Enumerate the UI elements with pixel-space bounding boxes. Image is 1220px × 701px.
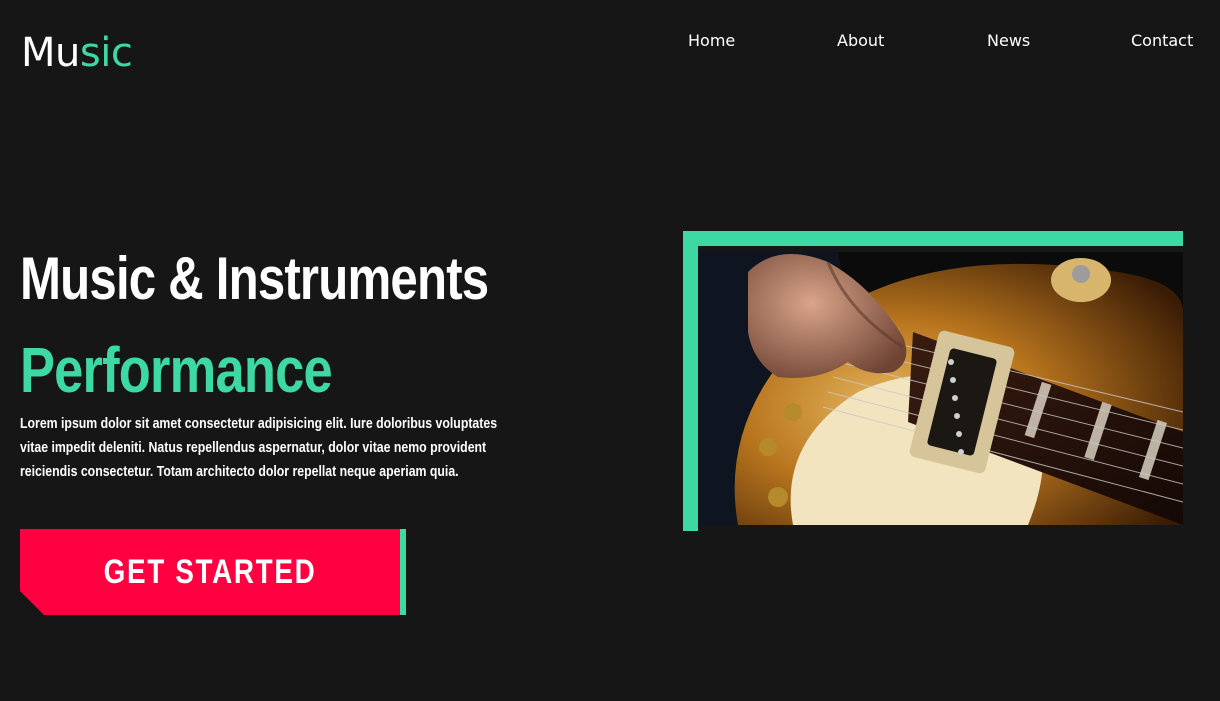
- frame-left-accent: [683, 231, 698, 531]
- hero-description: Lorem ipsum dolor sit amet consectetur a…: [20, 415, 498, 480]
- guitar-illustration: [698, 252, 1183, 525]
- hero-title: Music & Instruments: [20, 245, 489, 312]
- frame-top-accent: [683, 231, 1183, 246]
- main-nav: Home About News Contact: [0, 31, 1220, 51]
- nav-news-link[interactable]: News: [987, 31, 1030, 50]
- nav-about-link[interactable]: About: [837, 31, 884, 50]
- hero-image-frame: [683, 231, 1183, 531]
- cta-label: GET STARTED: [103, 553, 317, 591]
- nav-contact-link[interactable]: Contact: [1131, 31, 1193, 50]
- hero-subtitle: Performance: [20, 334, 333, 406]
- nav-home-link[interactable]: Home: [688, 31, 735, 50]
- guitar-photo: [698, 252, 1183, 525]
- cta-accent-bar: [400, 529, 406, 615]
- get-started-button[interactable]: GET STARTED: [20, 529, 406, 615]
